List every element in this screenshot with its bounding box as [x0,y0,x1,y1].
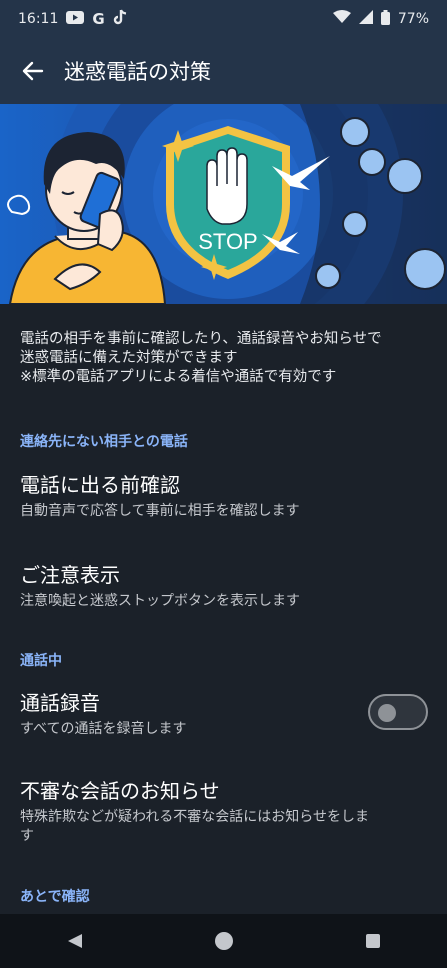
section-header-unknown-calls: 連絡先にない相手との電話 [20,434,188,450]
setting-title: ご注意表示 [20,563,120,587]
setting-title: 通話録音 [20,691,100,715]
nav-home-button[interactable] [204,921,244,961]
setting-title: 不審な会話のお知らせ [20,779,220,803]
back-button[interactable] [18,56,48,86]
description-line: 迷惑電話に備えた対策ができます [20,350,238,366]
hero-illustration: STOP [0,104,447,304]
tiktok-icon [113,9,127,29]
setting-subtitle: 特殊詐欺などが疑われる不審な会話にはお知らせをしま す [20,808,430,846]
status-right: 77% [332,9,429,29]
setting-title: 電話に出る前確認 [20,473,180,497]
nav-back-button[interactable] [55,921,95,961]
system-nav-bar [0,914,447,968]
toggle-knob [378,704,396,722]
setting-subtitle: 自動音声で応答して事前に相手を確認します [20,503,300,519]
arrow-left-icon [22,61,44,81]
setting-item-suspicious-call-alert[interactable]: 不審な会話のお知らせ 特殊詐欺などが疑われる不審な会話にはお知らせをしま す [20,778,430,846]
signal-icon [358,10,373,28]
circle-home-icon [214,932,233,950]
triangle-back-icon [67,934,82,948]
stop-text: STOP [198,229,258,254]
status-time: 16:11 [18,11,59,27]
youtube-icon [66,10,85,28]
battery-icon [380,9,390,29]
page-title: 迷惑電話の対策 [64,60,211,84]
status-left: 16:11 G [18,9,127,29]
setting-item-caution-display[interactable]: ご注意表示 注意喚起と迷惑ストップボタンを表示します [20,562,430,611]
nav-recents-button[interactable] [353,921,393,961]
setting-subtitle: 注意喚起と迷惑ストップボタンを表示します [20,593,300,609]
app-bar: 迷惑電話の対策 [0,38,447,104]
description-note: ※標準の電話アプリによる着信や通話で有効です [20,369,337,385]
feature-description: 電話の相手を事前に確認したり、通話録音やお知らせで 迷惑電話に備えた対策ができま… [20,330,430,387]
setting-item-screen-call[interactable]: 電話に出る前確認 自動音声で応答して事前に相手を確認します [20,472,430,521]
description-line: 電話の相手を事前に確認したり、通話録音やお知らせで [20,331,382,347]
section-header-in-call: 通話中 [20,653,62,669]
square-recents-icon [365,934,380,948]
google-icon: G [92,10,105,28]
wifi-icon [332,10,351,28]
setting-subtitle: すべての通話を録音します [20,721,187,737]
status-bar: 16:11 G 77% [0,0,447,38]
section-header-later: あとで確認 [20,889,90,905]
subtitle-line: 特殊詐欺などが疑われる不審な会話にはお知らせをしま [20,809,370,825]
subtitle-line: す [20,828,34,844]
setting-item-call-recording[interactable]: 通話録音 すべての通話を録音します [20,690,350,739]
call-recording-toggle[interactable] [368,694,428,730]
battery-percent: 77% [397,11,429,27]
